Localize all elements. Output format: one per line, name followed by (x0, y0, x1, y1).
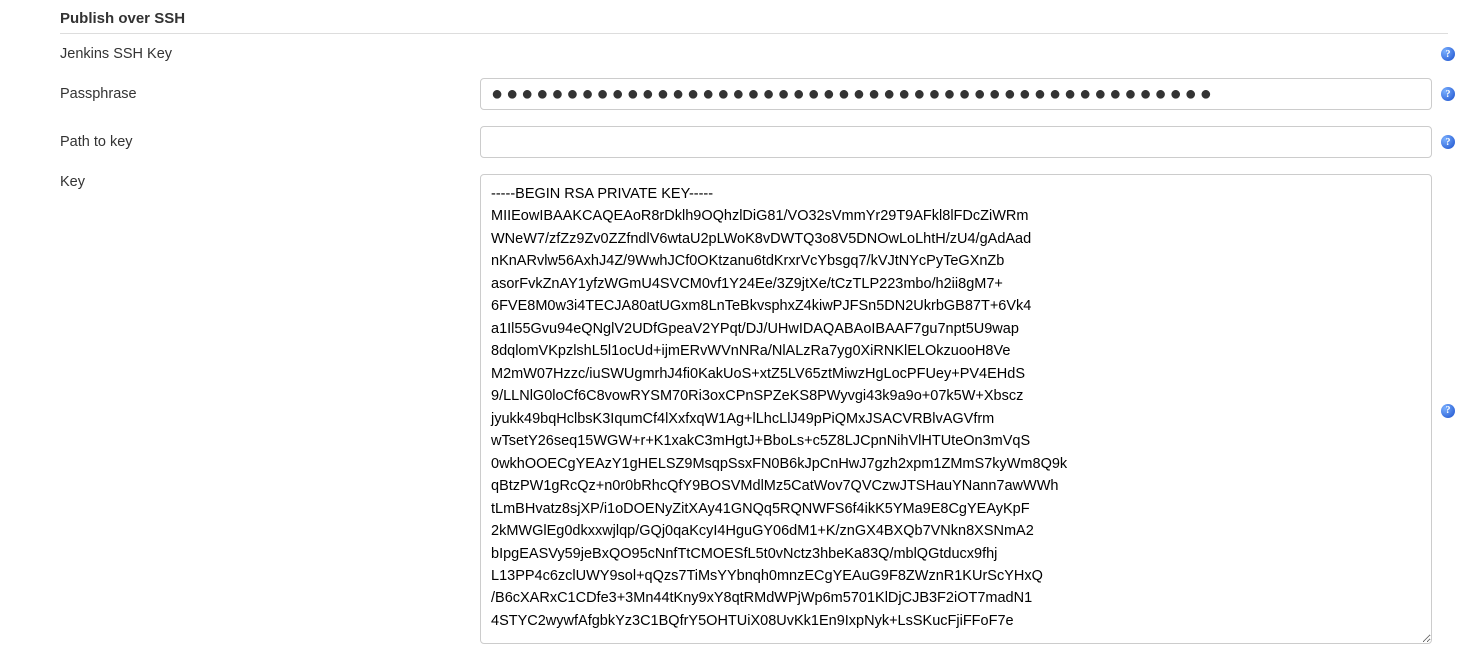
help-icon[interactable]: ? (1441, 47, 1455, 61)
path-to-key-input[interactable] (480, 126, 1432, 158)
passphrase-label: Passphrase (60, 86, 480, 102)
passphrase-input[interactable]: ●●●●●●●●●●●●●●●●●●●●●●●●●●●●●●●●●●●●●●●●… (480, 78, 1432, 110)
help-icon[interactable]: ? (1441, 404, 1455, 418)
help-icon[interactable]: ? (1441, 135, 1455, 149)
help-icon[interactable]: ? (1441, 87, 1455, 101)
section-title: Publish over SSH (0, 10, 1458, 33)
path-to-key-label: Path to key (60, 134, 480, 150)
section-divider (60, 33, 1448, 34)
key-label: Key (60, 174, 480, 190)
key-textarea[interactable] (480, 174, 1432, 644)
jenkins-ssh-key-label: Jenkins SSH Key (60, 46, 480, 62)
